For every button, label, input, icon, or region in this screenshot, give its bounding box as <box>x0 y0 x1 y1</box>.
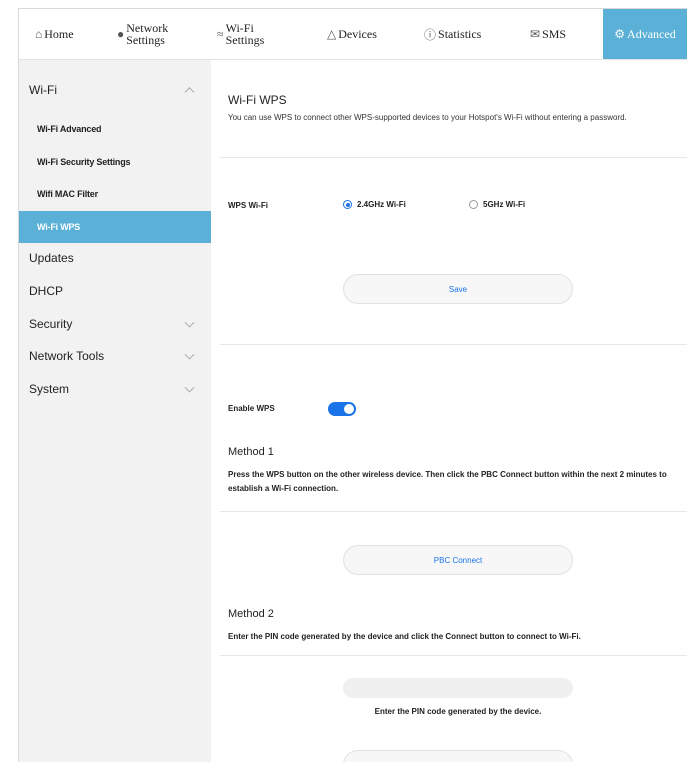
radio-unselected-icon <box>469 200 478 209</box>
sidebar-item-network-tools[interactable]: Network Tools <box>19 340 211 372</box>
nav-statistics[interactable]: ⓘ Statistics <box>424 9 499 59</box>
nav-wifi-settings[interactable]: ≈ Wi-Fi Settings <box>217 9 287 59</box>
home-icon: ⌂ <box>35 26 43 41</box>
nav-home[interactable]: ⌂ Home <box>35 9 105 59</box>
top-nav: ⌂ Home ● Network Settings ≈ Wi-Fi Settin… <box>19 9 687 60</box>
pin-hint: Enter the PIN code generated by the devi… <box>374 707 542 716</box>
nav-advanced[interactable]: ⚙ Advanced <box>603 9 687 59</box>
divider <box>220 655 687 656</box>
divider <box>220 157 687 158</box>
nav-sms[interactable]: ✉ SMS <box>530 9 590 59</box>
save-button[interactable]: Save <box>343 274 573 304</box>
sidebar-item-network-tools-label: Network Tools <box>29 349 105 363</box>
divider <box>220 344 687 345</box>
gear-icon: ⚙ <box>614 26 626 41</box>
sidebar-item-wifi-label: Wi-Fi <box>29 83 57 97</box>
enable-wps-label: Enable WPS <box>228 404 275 413</box>
chevron-up-icon <box>184 87 195 98</box>
chevron-down-icon <box>184 317 195 328</box>
sidebar-item-updates[interactable]: Updates <box>19 242 211 274</box>
nav-devices-label: Devices <box>338 26 377 41</box>
radio-2-4ghz-label: 2.4GHz Wi-Fi <box>357 200 406 209</box>
sidebar-item-wifi-wps[interactable]: Wi-Fi WPS <box>19 211 211 243</box>
connect-button[interactable]: Connect <box>343 750 573 762</box>
sidebar-item-wifi-security-label: Wi-Fi Security Settings <box>37 157 131 167</box>
page-description: You can use WPS to connect other WPS-sup… <box>228 113 627 122</box>
sidebar-item-wifi-security[interactable]: Wi-Fi Security Settings <box>19 146 211 178</box>
sidebar-item-wifi-mac-filter-label: Wifi MAC Filter <box>37 189 98 199</box>
devices-icon: △ <box>327 26 337 41</box>
method2-description: Enter the PIN code generated by the devi… <box>228 632 581 641</box>
sidebar-item-dhcp-label: DHCP <box>29 284 64 298</box>
chevron-down-icon <box>184 349 195 360</box>
sidebar-item-wifi-advanced-label: Wi-Fi Advanced <box>37 124 102 134</box>
radio-5ghz-label: 5GHz Wi-Fi <box>483 200 526 209</box>
sidebar-item-system[interactable]: System <box>19 373 211 405</box>
radio-selected-icon <box>343 200 352 209</box>
page-title: Wi-Fi WPS <box>228 93 287 107</box>
pbc-connect-button[interactable]: PBC Connect <box>343 545 573 575</box>
main-content: Wi-Fi WPS You can use WPS to connect oth… <box>212 60 687 762</box>
nav-wifi-line2: Settings <box>225 33 265 47</box>
sidebar-item-wifi-wps-label: Wi-Fi WPS <box>37 222 81 232</box>
sidebar-item-dhcp[interactable]: DHCP <box>19 275 211 307</box>
nav-network-settings[interactable]: ● Network Settings <box>117 9 193 59</box>
statistics-icon: ⓘ <box>424 27 437 42</box>
wps-wifi-label: WPS Wi-Fi <box>228 201 268 210</box>
sidebar-item-wifi-mac-filter[interactable]: Wifi MAC Filter <box>19 178 211 210</box>
method1-description: Press the WPS button on the other wirele… <box>228 470 667 493</box>
nav-home-label: Home <box>44 26 74 41</box>
sidebar-item-wifi[interactable]: Wi-Fi <box>19 74 211 106</box>
divider <box>220 511 687 512</box>
sidebar: Wi-Fi Wi-Fi Advanced Wi-Fi Security Sett… <box>19 60 211 762</box>
method1-title: Method 1 <box>228 446 274 458</box>
nav-wifi-settings-label: Wi-Fi Settings <box>226 22 265 46</box>
nav-network-line2: Settings <box>126 33 165 47</box>
method2-title: Method 2 <box>228 608 274 620</box>
mail-icon: ✉ <box>530 26 541 41</box>
wifi-icon: ≈ <box>217 26 224 41</box>
sidebar-item-system-label: System <box>29 382 70 396</box>
router-admin-window: ⌂ Home ● Network Settings ≈ Wi-Fi Settin… <box>18 8 687 762</box>
nav-advanced-label: Advanced <box>627 26 676 41</box>
radio-5ghz[interactable]: 5GHz Wi-Fi <box>469 200 525 209</box>
nav-network-settings-label: Network Settings <box>126 22 168 46</box>
enable-wps-toggle[interactable] <box>328 402 356 416</box>
radio-2-4ghz[interactable]: 2.4GHz Wi-Fi <box>343 200 406 209</box>
pin-input[interactable] <box>343 678 573 698</box>
sidebar-item-security-label: Security <box>29 317 73 331</box>
sidebar-item-updates-label: Updates <box>29 251 74 265</box>
nav-sms-label: SMS <box>542 26 567 41</box>
toggle-knob <box>344 404 354 414</box>
globe-icon: ● <box>117 26 125 41</box>
nav-devices[interactable]: △ Devices <box>327 9 397 59</box>
nav-statistics-label: Statistics <box>438 26 482 41</box>
chevron-down-icon <box>184 382 195 393</box>
sidebar-item-security[interactable]: Security <box>19 308 211 340</box>
sidebar-item-wifi-advanced[interactable]: Wi-Fi Advanced <box>19 113 211 145</box>
